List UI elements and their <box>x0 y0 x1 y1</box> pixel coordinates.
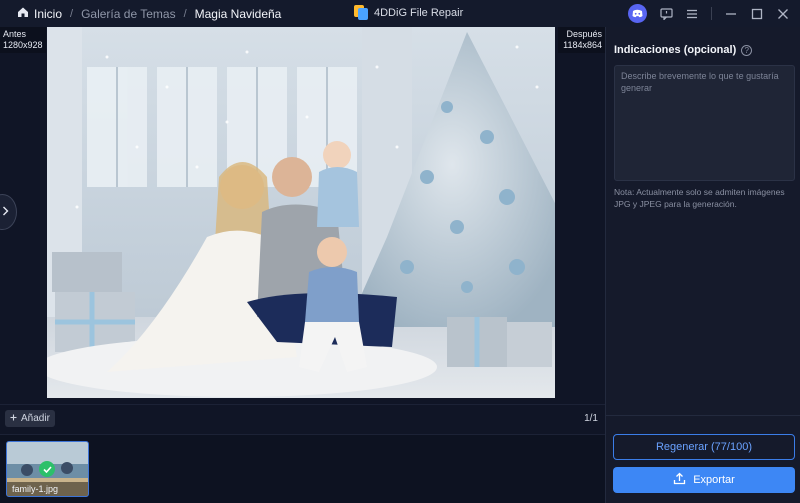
add-button[interactable]: Añadir <box>5 410 55 427</box>
panel-title-text: Indicaciones (opcional) <box>614 44 737 56</box>
panel-divider <box>606 415 800 416</box>
title-bar: Inicio / Galería de Temas / Magia Navide… <box>0 0 800 27</box>
upload-icon <box>673 472 686 488</box>
thumbnail-item[interactable]: family-1.jpg <box>6 441 89 497</box>
page-indicator: 1/1 <box>584 413 598 424</box>
maximize-icon[interactable] <box>750 7 764 21</box>
prompt-panel: Indicaciones (opcional) ? Nota: Actualme… <box>605 27 800 503</box>
chevron-right-icon <box>2 203 9 221</box>
minimize-icon[interactable] <box>724 7 738 21</box>
after-label-text: Después <box>566 29 602 39</box>
panel-title: Indicaciones (opcional) ? <box>614 44 753 56</box>
before-label: Antes 1280x928 <box>0 27 46 53</box>
window-controls <box>628 4 790 23</box>
after-label: Después 1184x864 <box>558 27 605 53</box>
app-title-text: 4DDiG File Repair <box>374 6 464 19</box>
thumbnail-strip: family-1.jpg <box>0 434 605 503</box>
check-icon <box>39 461 55 477</box>
window-controls-divider <box>711 7 712 20</box>
app-title: 4DDiG File Repair <box>354 5 463 20</box>
image-toolbar: Añadir 1/1 <box>0 404 605 434</box>
add-button-label: Añadir <box>21 413 50 424</box>
close-icon[interactable] <box>776 7 790 21</box>
thumbnail-filename: family-1.jpg <box>7 482 88 496</box>
breadcrumb: Inicio / Galería de Temas / Magia Navide… <box>0 6 281 21</box>
preview-image <box>47 27 555 398</box>
help-icon[interactable]: ? <box>741 44 753 56</box>
before-label-text: Antes <box>3 29 27 39</box>
format-note: Nota: Actualmente solo se admiten imágen… <box>614 187 785 209</box>
plus-icon <box>10 413 17 424</box>
app-logo-icon <box>354 5 368 20</box>
discord-icon[interactable] <box>628 4 647 23</box>
regenerate-button[interactable]: Regenerar (77/100) <box>613 434 795 460</box>
breadcrumb-home-label: Inicio <box>34 6 63 21</box>
prompt-input[interactable] <box>614 65 795 181</box>
menu-icon[interactable] <box>685 7 699 21</box>
breadcrumb-current: Magia Navideña <box>194 6 282 21</box>
app-window: Inicio / Galería de Temas / Magia Navide… <box>0 0 800 503</box>
preview-stage: Antes 1280x928 Después 1184x864 <box>0 27 605 404</box>
breadcrumb-separator: / <box>70 7 74 20</box>
breadcrumb-gallery[interactable]: Galería de Temas <box>81 7 176 21</box>
export-button[interactable]: Exportar <box>613 467 795 493</box>
after-size-text: 1184x864 <box>563 40 602 50</box>
breadcrumb-home[interactable]: Inicio <box>17 6 62 21</box>
before-size-text: 1280x928 <box>3 40 43 50</box>
feedback-icon[interactable] <box>659 7 673 21</box>
home-icon <box>17 6 29 21</box>
breadcrumb-separator: / <box>183 7 187 20</box>
export-button-label: Exportar <box>693 474 735 486</box>
collapse-toggle-button[interactable] <box>0 194 17 230</box>
